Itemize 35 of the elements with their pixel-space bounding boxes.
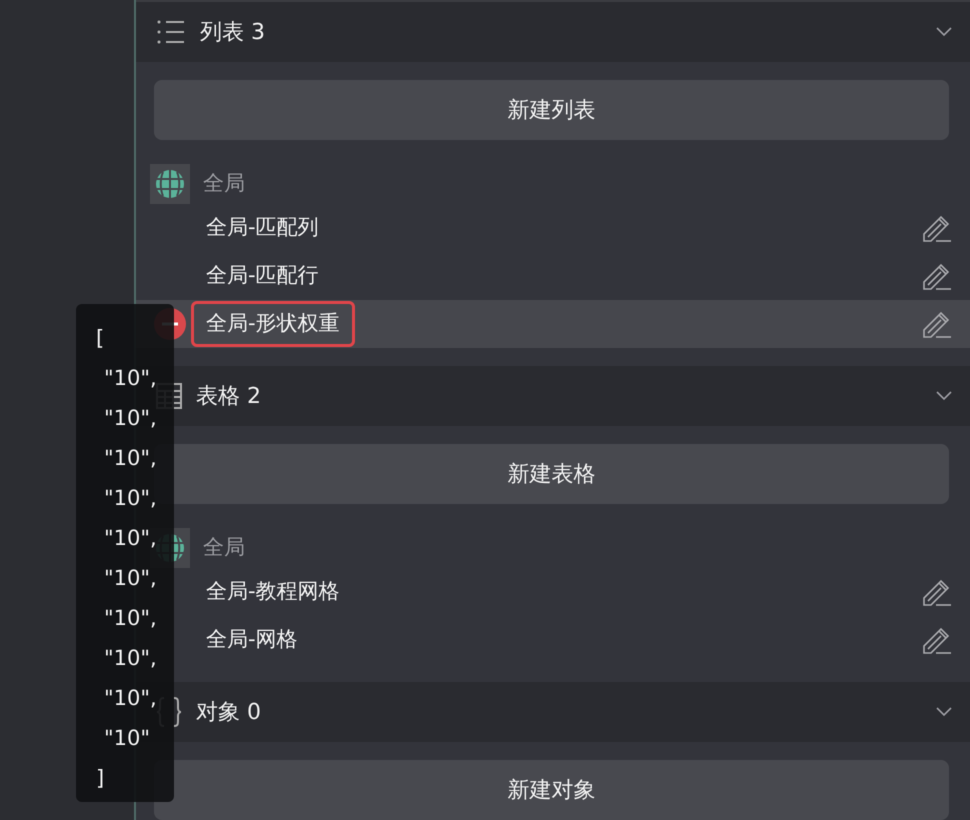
item-label[interactable]: 全局-教程网格 <box>191 569 355 615</box>
tooltip-line: "10", <box>103 565 157 592</box>
tooltip-line: "10", <box>103 685 157 712</box>
list-icon <box>156 19 186 45</box>
tooltip-line: "10", <box>103 605 157 632</box>
tooltip-line: "10", <box>103 645 157 672</box>
edit-icon[interactable] <box>922 625 952 655</box>
new-button[interactable]: 新建列表 <box>154 80 949 140</box>
list-item[interactable]: 全局-形状权重 <box>136 300 970 348</box>
chevron-down-icon[interactable] <box>936 707 952 717</box>
chevron-down-icon[interactable] <box>936 27 952 37</box>
group-label: 全局 <box>203 534 245 562</box>
edit-icon[interactable] <box>922 577 952 607</box>
tooltip-line: "10", <box>103 405 157 432</box>
tooltip-line: ] <box>96 765 104 792</box>
tooltip-line: "10", <box>103 445 157 472</box>
item-label[interactable]: 全局-匹配行 <box>191 253 334 299</box>
item-label[interactable]: 全局-网格 <box>191 617 313 663</box>
highlight-frame: 全局-形状权重 <box>191 301 355 347</box>
section-title: 对象 0 <box>196 698 262 726</box>
chevron-down-icon[interactable] <box>936 391 952 401</box>
tooltip-line: "10" <box>103 725 150 752</box>
tooltip-line: "10", <box>103 525 157 552</box>
tooltip-line: "10", <box>103 365 157 392</box>
tooltip-line: [ <box>96 325 104 352</box>
edit-icon[interactable] <box>922 309 952 339</box>
item-label[interactable]: 全局-匹配列 <box>191 205 334 251</box>
section-title: 表格 2 <box>196 382 262 410</box>
edit-icon[interactable] <box>922 261 952 291</box>
edit-icon[interactable] <box>922 213 952 243</box>
globe-icon <box>150 164 190 204</box>
tooltip-line: "10", <box>103 485 157 512</box>
section-title: 列表 3 <box>200 18 266 46</box>
new-button[interactable]: 新建对象 <box>154 760 949 820</box>
group-label: 全局 <box>203 170 245 198</box>
